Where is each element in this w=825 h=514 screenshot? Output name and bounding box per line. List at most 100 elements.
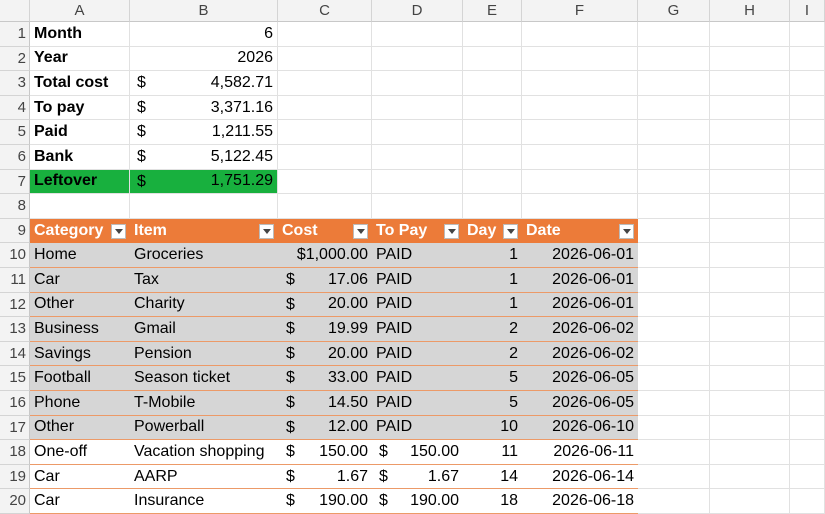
column-header-c[interactable]: C: [278, 0, 372, 22]
table-header-date[interactable]: Date: [522, 218, 638, 244]
grid-cell[interactable]: [278, 46, 372, 72]
grid-cell[interactable]: [30, 194, 130, 219]
column-header-e[interactable]: E: [463, 0, 522, 22]
column-header-h[interactable]: H: [710, 0, 790, 22]
grid-cell[interactable]: [710, 391, 790, 416]
grid-cell[interactable]: [790, 22, 825, 47]
table-cell-date[interactable]: 2026-06-01: [522, 292, 638, 318]
row-header-5[interactable]: 5: [0, 120, 30, 145]
row-header-3[interactable]: 3: [0, 71, 30, 96]
summary-label[interactable]: Paid: [30, 120, 130, 145]
row-header-17[interactable]: 17: [0, 415, 30, 441]
summary-value[interactable]: 1,751.29: [130, 169, 278, 195]
grid-cell[interactable]: [463, 145, 522, 170]
grid-cell[interactable]: [710, 169, 790, 195]
grid-cell[interactable]: [638, 489, 710, 514]
grid-cell[interactable]: [790, 440, 825, 465]
table-cell-day[interactable]: 10: [463, 415, 522, 441]
grid-cell[interactable]: [638, 464, 710, 490]
row-header-9[interactable]: 9: [0, 218, 30, 244]
column-header-d[interactable]: D: [372, 0, 463, 22]
grid-cell[interactable]: [710, 317, 790, 342]
grid-cell[interactable]: [278, 71, 372, 96]
row-header-19[interactable]: 19: [0, 464, 30, 490]
grid-cell[interactable]: [638, 95, 710, 121]
table-header-to-pay[interactable]: To Pay: [372, 218, 463, 244]
table-cell-date[interactable]: 2026-06-18: [522, 489, 638, 514]
row-header-12[interactable]: 12: [0, 292, 30, 318]
filter-dropdown-icon[interactable]: [444, 223, 459, 239]
grid-cell[interactable]: [372, 194, 463, 219]
table-cell-item[interactable]: Season ticket: [130, 366, 278, 391]
grid-cell[interactable]: [710, 292, 790, 318]
grid-cell[interactable]: [638, 440, 710, 465]
grid-cell[interactable]: [710, 415, 790, 441]
table-cell-date[interactable]: 2026-06-01: [522, 243, 638, 268]
summary-label[interactable]: Year: [30, 46, 130, 72]
grid-cell[interactable]: [710, 22, 790, 47]
filter-dropdown-icon[interactable]: [259, 223, 274, 239]
table-cell-item[interactable]: Insurance: [130, 489, 278, 514]
select-all-corner[interactable]: [0, 0, 30, 22]
table-header-item[interactable]: Item: [130, 218, 278, 244]
grid-cell[interactable]: [372, 22, 463, 47]
row-header-14[interactable]: 14: [0, 341, 30, 367]
filter-dropdown-icon[interactable]: [111, 223, 126, 239]
grid-cell[interactable]: [790, 268, 825, 293]
grid-cell[interactable]: [790, 341, 825, 367]
table-cell-to-pay[interactable]: PAID: [372, 391, 463, 416]
table-cell-day[interactable]: 11: [463, 440, 522, 465]
row-header-7[interactable]: 7: [0, 169, 30, 195]
grid-cell[interactable]: [522, 22, 638, 47]
table-cell-category[interactable]: Other: [30, 415, 130, 441]
grid-cell[interactable]: [522, 145, 638, 170]
grid-cell[interactable]: [638, 268, 710, 293]
table-cell-date[interactable]: 2026-06-05: [522, 366, 638, 391]
grid-cell[interactable]: [710, 194, 790, 219]
grid-cell[interactable]: [710, 145, 790, 170]
grid-cell[interactable]: [638, 341, 710, 367]
summary-label[interactable]: Leftover: [30, 169, 130, 195]
column-header-a[interactable]: A: [30, 0, 130, 22]
table-cell-date[interactable]: 2026-06-14: [522, 464, 638, 490]
table-cell-to-pay[interactable]: PAID: [372, 341, 463, 367]
grid-cell[interactable]: [710, 489, 790, 514]
grid-cell[interactable]: [710, 95, 790, 121]
grid-cell[interactable]: [710, 268, 790, 293]
table-cell-item[interactable]: AARP: [130, 464, 278, 490]
table-cell-category[interactable]: Car: [30, 268, 130, 293]
grid-cell[interactable]: [790, 391, 825, 416]
grid-cell[interactable]: [790, 169, 825, 195]
filter-dropdown-icon[interactable]: [353, 223, 368, 239]
table-cell-to-pay[interactable]: PAID: [372, 415, 463, 441]
grid-cell[interactable]: [790, 292, 825, 318]
table-cell-day[interactable]: 1: [463, 268, 522, 293]
grid-cell[interactable]: [790, 71, 825, 96]
table-cell-category[interactable]: Phone: [30, 391, 130, 416]
table-cell-item[interactable]: Pension: [130, 341, 278, 367]
grid-cell[interactable]: [638, 145, 710, 170]
grid-cell[interactable]: [278, 95, 372, 121]
row-header-11[interactable]: 11: [0, 268, 30, 293]
table-cell-date[interactable]: 2026-06-01: [522, 268, 638, 293]
grid-cell[interactable]: [522, 169, 638, 195]
grid-cell[interactable]: [790, 145, 825, 170]
table-cell-day[interactable]: 5: [463, 391, 522, 416]
table-cell-to-pay[interactable]: PAID: [372, 243, 463, 268]
table-cell-day[interactable]: 18: [463, 489, 522, 514]
grid-cell[interactable]: [790, 194, 825, 219]
table-cell-item[interactable]: Vacation shopping: [130, 440, 278, 465]
grid-cell[interactable]: [790, 95, 825, 121]
summary-label[interactable]: To pay: [30, 95, 130, 121]
table-cell-to-pay[interactable]: PAID: [372, 292, 463, 318]
table-cell-category[interactable]: One-off: [30, 440, 130, 465]
grid-cell[interactable]: [372, 71, 463, 96]
summary-label[interactable]: Bank: [30, 145, 130, 170]
table-cell-category[interactable]: Football: [30, 366, 130, 391]
grid-cell[interactable]: [790, 317, 825, 342]
column-header-g[interactable]: G: [638, 0, 710, 22]
row-header-2[interactable]: 2: [0, 46, 30, 72]
column-header-f[interactable]: F: [522, 0, 638, 22]
summary-value[interactable]: 5,122.45: [130, 145, 278, 170]
grid-cell[interactable]: [463, 22, 522, 47]
